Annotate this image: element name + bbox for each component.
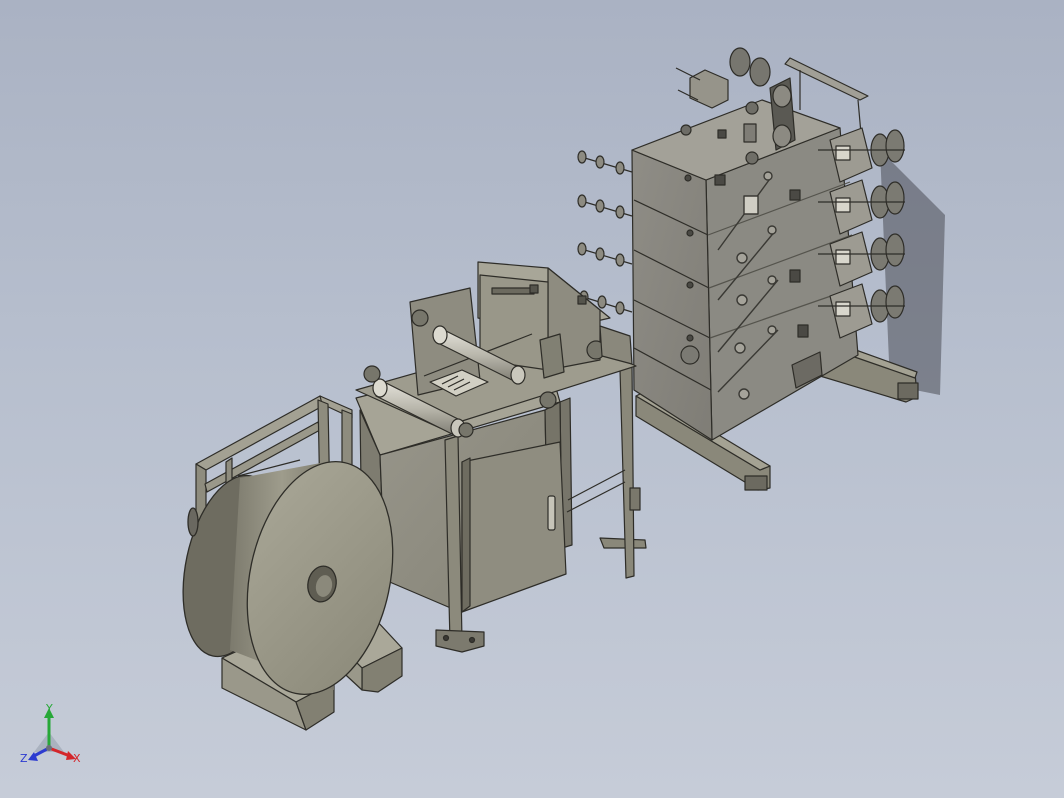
tension-rack[interactable] <box>631 47 945 491</box>
cutting-machine[interactable] <box>355 261 647 653</box>
guide-rods <box>577 150 633 315</box>
x-axis-label: X <box>73 752 81 765</box>
cad-viewport[interactable]: Y X Z <box>0 0 1064 798</box>
y-axis-label: Y <box>45 702 53 715</box>
axis-triad: Y X Z <box>20 702 81 765</box>
cabinet-door[interactable] <box>461 441 567 613</box>
z-axis-label: Z <box>20 752 28 765</box>
cad-model-scene[interactable]: Y X Z <box>0 0 1064 798</box>
